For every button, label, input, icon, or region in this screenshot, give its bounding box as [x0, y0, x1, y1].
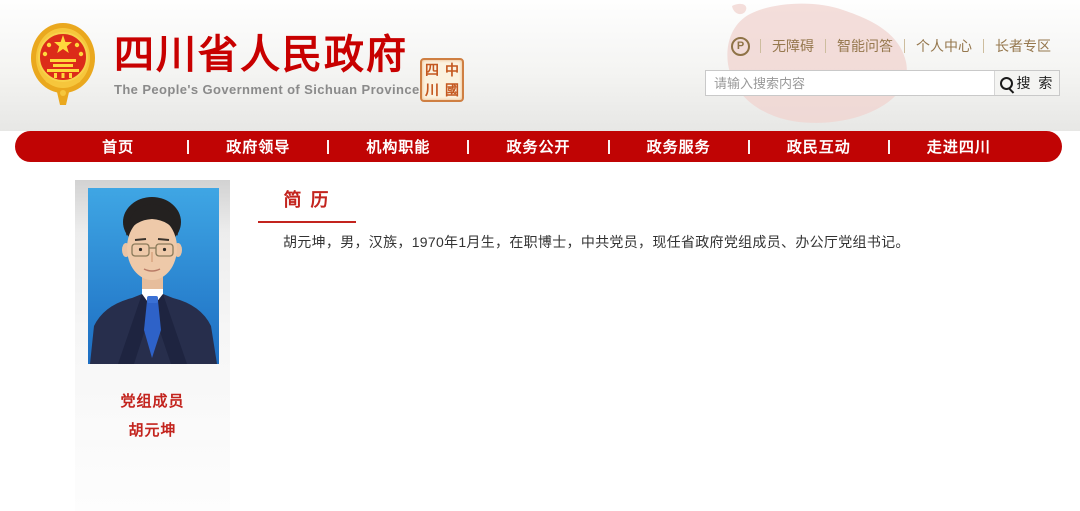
profile-name-label: 胡元坤	[75, 419, 230, 440]
nav-item-home[interactable]: 首页	[49, 136, 187, 157]
site-title-block: 四川省人民政府 The People's Government of Sichu…	[114, 33, 420, 97]
nav-item-public-interaction[interactable]: 政民互动	[750, 136, 888, 157]
utility-links: P 无障碍 智能问答 个人中心 长者专区	[731, 37, 1062, 55]
link-personal-center[interactable]: 个人中心	[905, 36, 983, 56]
main-navigation: 首页 政府领导 机构职能 政务公开 政务服务 政民互动 走进四川	[15, 131, 1062, 162]
nav-item-into-sichuan[interactable]: 走进四川	[890, 136, 1028, 157]
resume-bio-text: 胡元坤，男，汉族，1970年1月生，在职博士，中共党员，现任省政府党组成员、办公…	[283, 232, 1053, 253]
nav-item-institutional-functions[interactable]: 机构职能	[329, 136, 467, 157]
search-input[interactable]	[706, 71, 994, 95]
resume-section-title: 简 历	[258, 186, 356, 223]
seal-char: 中	[442, 60, 462, 80]
search-button[interactable]: 搜 索	[994, 71, 1059, 95]
audio-reader-icon[interactable]: P	[731, 37, 750, 56]
nav-item-government-services[interactable]: 政务服务	[610, 136, 748, 157]
search-icon	[1000, 77, 1013, 90]
nav-item-government-leaders[interactable]: 政府领导	[189, 136, 327, 157]
sichuan-map-watermark	[688, 0, 920, 128]
link-accessibility[interactable]: 无障碍	[761, 36, 825, 56]
profile-role-label: 党组成员	[75, 390, 230, 411]
seal-char: 四	[422, 60, 442, 80]
site-title: 四川省人民政府	[114, 33, 420, 77]
site-subtitle: The People's Government of Sichuan Provi…	[114, 82, 420, 97]
official-profile-panel: 党组成员 胡元坤	[75, 180, 230, 511]
link-smart-qa[interactable]: 智能问答	[826, 36, 904, 56]
site-header: 四川省人民政府 The People's Government of Sichu…	[0, 0, 1080, 131]
china-sichuan-seal: 四 中 川 國	[420, 58, 464, 102]
search-button-label: 搜 索	[1017, 73, 1055, 93]
official-portrait-photo	[88, 188, 219, 364]
search-bar: 搜 索	[705, 70, 1060, 96]
nav-item-government-info[interactable]: 政务公开	[469, 136, 607, 157]
national-emblem	[30, 21, 96, 107]
link-senior-zone[interactable]: 长者专区	[984, 36, 1062, 56]
seal-char: 國	[442, 80, 462, 100]
seal-char: 川	[422, 80, 442, 100]
